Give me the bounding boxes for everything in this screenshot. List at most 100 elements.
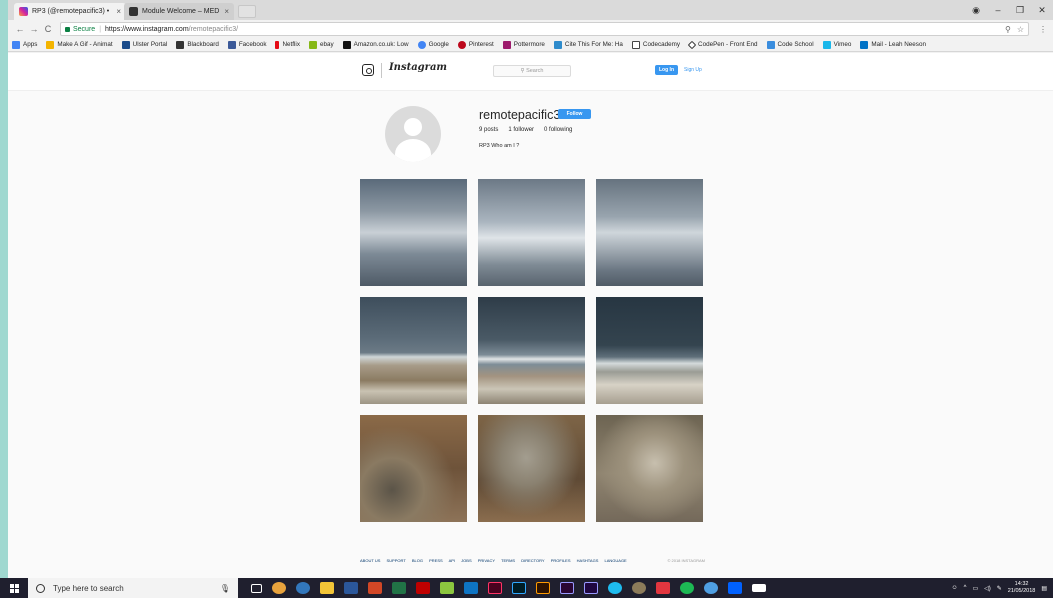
task-view-icon[interactable]	[251, 583, 262, 593]
start-button[interactable]	[0, 578, 28, 598]
bookmark-netflix[interactable]: Netflix	[275, 40, 300, 49]
signup-link[interactable]: Sign Up	[684, 65, 702, 75]
footer-link[interactable]: PROFILES	[551, 558, 571, 563]
volume-icon[interactable]: ◁)	[984, 585, 991, 592]
bookmark-pottermore[interactable]: Pottermore	[502, 40, 545, 49]
address-bar[interactable]: Secure | https://www.instagram.com/remot…	[60, 22, 1029, 36]
new-tab-button[interactable]	[238, 5, 256, 18]
bookmark-blackboard[interactable]: Blackboard	[176, 40, 219, 49]
bookmark-codepen[interactable]: CodePen - Front End	[687, 40, 758, 49]
close-icon[interactable]: ✕	[1031, 0, 1053, 20]
footer-link[interactable]: SUPPORT	[387, 558, 406, 563]
word-icon[interactable]	[344, 582, 358, 594]
indesign-icon[interactable]	[488, 582, 502, 594]
notifications-icon[interactable]: ▤	[1041, 585, 1047, 592]
filezilla-icon[interactable]	[416, 582, 430, 594]
profile-icon[interactable]: ◉	[965, 0, 987, 20]
mail-icon[interactable]	[752, 584, 766, 592]
bookmark-apps[interactable]: Apps	[12, 40, 37, 49]
photoshop-icon[interactable]	[512, 582, 526, 594]
footer-link[interactable]: API	[449, 558, 455, 563]
post-thumbnail[interactable]	[360, 415, 467, 522]
ie-icon[interactable]	[608, 582, 622, 594]
bookmark-facebook[interactable]: Facebook	[227, 40, 266, 49]
login-button[interactable]: Log In	[655, 65, 678, 75]
footer-link[interactable]: JOBS	[461, 558, 471, 563]
search-input[interactable]: ⚲ Search	[493, 65, 571, 77]
bookmark-ebay[interactable]: ebay	[308, 40, 334, 49]
post-thumbnail[interactable]	[478, 415, 585, 522]
post-thumbnail[interactable]	[478, 297, 585, 404]
footer-link[interactable]: PRIVACY	[478, 558, 495, 563]
bookmark-mail[interactable]: Mail - Leah Neeson	[860, 40, 926, 49]
footer-link[interactable]: TERMS	[501, 558, 515, 563]
post-thumbnail[interactable]	[360, 179, 467, 286]
post-thumbnail[interactable]	[360, 297, 467, 404]
bookmark-ulster-portal[interactable]: Ulster Portal	[121, 40, 167, 49]
footer-link[interactable]: LANGUAGE	[605, 558, 627, 563]
bookmark-pinterest[interactable]: Pinterest	[457, 40, 494, 49]
avatar[interactable]	[385, 106, 441, 162]
pen-icon[interactable]: ✎	[997, 585, 1002, 592]
bookmark-make-a-gif[interactable]: Make A Gif - Animat	[46, 40, 113, 49]
post-thumbnail[interactable]	[478, 179, 585, 286]
following-count[interactable]: 0 following	[544, 127, 572, 133]
secure-indicator[interactable]: Secure	[65, 26, 95, 33]
footer-link[interactable]: BLOG	[412, 558, 423, 563]
bookmark-codecademy[interactable]: Codecademy	[631, 40, 680, 49]
bookmark-cite-this-for-me[interactable]: Cite This For Me: Ha	[553, 40, 623, 49]
reload-icon[interactable]: C	[42, 24, 54, 34]
bookmark-google[interactable]: Google	[417, 40, 449, 49]
after-effects-icon[interactable]	[584, 582, 598, 594]
show-hidden-icons[interactable]: ^	[964, 585, 967, 591]
instagram-camera-icon[interactable]	[362, 64, 374, 76]
premiere-icon[interactable]	[560, 582, 574, 594]
vscode-icon[interactable]	[464, 582, 478, 594]
illustrator-icon[interactable]	[536, 582, 550, 594]
ubuntu-icon[interactable]	[704, 582, 718, 594]
people-icon[interactable]: ☺	[952, 585, 958, 591]
menu-icon[interactable]: ⋮	[1039, 25, 1047, 34]
network-icon[interactable]: ▭	[972, 585, 978, 592]
bookmark-vimeo[interactable]: Vimeo	[822, 40, 851, 49]
microphone-icon[interactable]: 🎙	[220, 584, 230, 593]
dropbox-icon[interactable]	[728, 582, 742, 594]
instagram-wordmark[interactable]: Instagram	[389, 62, 447, 73]
photo-booth-icon[interactable]	[656, 582, 670, 594]
footer-link[interactable]: PRESS	[429, 558, 443, 563]
tab-instagram[interactable]: RP3 (@remotepacific3) • ×	[14, 3, 126, 20]
edge-icon[interactable]	[296, 582, 310, 594]
footer-link[interactable]: ABOUT US	[360, 558, 380, 563]
minimize-icon[interactable]: –	[987, 0, 1009, 20]
instagram-icon	[19, 7, 28, 16]
close-tab-icon[interactable]: ×	[224, 3, 229, 20]
footer-link[interactable]: DIRECTORY	[521, 558, 544, 563]
back-icon[interactable]: ←	[14, 24, 26, 34]
bookmark-amazon[interactable]: Amazon.co.uk: Low	[342, 40, 409, 49]
followers-count[interactable]: 1 follower	[508, 127, 534, 133]
forward-icon[interactable]: →	[28, 24, 40, 34]
maximize-icon[interactable]: ❐	[1009, 0, 1031, 20]
close-tab-icon[interactable]: ×	[116, 3, 121, 20]
taskbar-search[interactable]: Type here to search 🎙	[28, 578, 238, 598]
footer-link[interactable]: HASHTAGS	[577, 558, 599, 563]
omnibox-actions: ⚲ ☆	[1005, 25, 1024, 34]
posts-count: 9 posts	[479, 127, 499, 133]
file-explorer-icon[interactable]	[320, 582, 334, 594]
chrome-icon[interactable]	[272, 582, 286, 594]
system-tray: ☺ ^ ▭ ◁) ✎ 14:32 21/05/2018 ▤	[952, 578, 1048, 598]
clock[interactable]: 14:32 21/05/2018	[1008, 581, 1036, 595]
post-thumbnail[interactable]	[596, 415, 703, 522]
gimp-icon[interactable]	[632, 582, 646, 594]
zoom-icon[interactable]: ⚲	[1005, 25, 1011, 34]
spotify-icon[interactable]	[680, 582, 694, 594]
powerpoint-icon[interactable]	[368, 582, 382, 594]
bookmark-code-school[interactable]: Code School	[766, 40, 814, 49]
post-thumbnail[interactable]	[596, 297, 703, 404]
post-thumbnail[interactable]	[596, 179, 703, 286]
follow-button[interactable]: Follow	[558, 109, 591, 119]
excel-icon[interactable]	[392, 582, 406, 594]
notepad-icon[interactable]	[440, 582, 454, 594]
tab-blackboard[interactable]: Module Welcome – MED ×	[124, 3, 234, 20]
bookmark-star-icon[interactable]: ☆	[1017, 25, 1024, 34]
